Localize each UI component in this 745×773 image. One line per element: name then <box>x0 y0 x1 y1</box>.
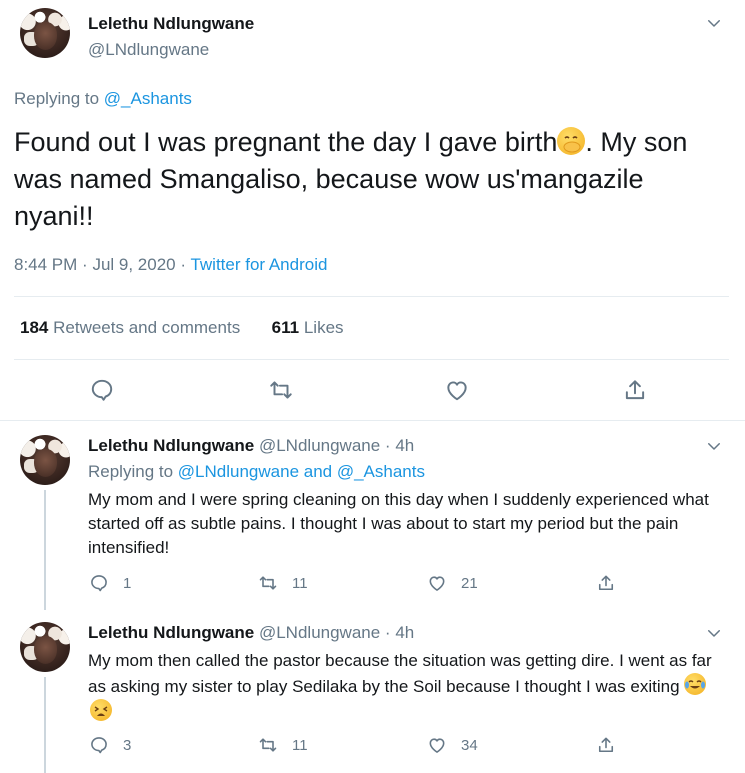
weary-face-emoji <box>90 699 112 721</box>
retweets-count: 184 <box>20 318 49 337</box>
replying-prefix: Replying to <box>88 462 174 481</box>
reply-icon <box>91 737 107 754</box>
reply-avatar[interactable] <box>20 435 70 485</box>
reply-time[interactable]: 4h <box>395 623 414 642</box>
like-button[interactable]: 21 <box>427 573 478 593</box>
divider <box>14 296 729 297</box>
retweet-button[interactable]: 11 <box>258 735 308 755</box>
reply-icon[interactable] <box>89 377 115 403</box>
like-icon[interactable] <box>444 377 470 403</box>
tweet-date[interactable]: Jul 9, 2020 <box>92 255 175 274</box>
tweet-text: Found out I was pregnant the day I gave … <box>14 124 729 235</box>
retweet-count: 11 <box>292 736 308 754</box>
like-count: 21 <box>461 574 478 592</box>
replying-to-line: Replying to @LNdlungwane and @_Ashants <box>88 462 425 482</box>
like-icon <box>429 576 445 591</box>
chevron-down-icon[interactable] <box>705 624 723 642</box>
replying-to-link[interactable]: @_Ashants <box>104 89 192 108</box>
chevron-down-icon[interactable] <box>705 14 723 32</box>
replying-to-link[interactable]: @LNdlungwane and @_Ashants <box>178 462 425 481</box>
author-handle[interactable]: @LNdlungwane <box>88 40 209 60</box>
likes-label: Likes <box>303 318 344 337</box>
reply-author-name[interactable]: Lelethu Ndlungwane <box>88 623 254 642</box>
tweet-stats: 184 Retweets and comments 611 Likes <box>20 318 344 338</box>
meta-separator: · <box>82 255 93 274</box>
retweets-stat[interactable]: 184 Retweets and comments <box>20 318 240 337</box>
meta-separator: · <box>180 255 191 274</box>
replying-prefix: Replying to <box>14 89 100 108</box>
reply-avatar[interactable] <box>20 622 70 672</box>
thread-line <box>44 677 46 773</box>
like-button[interactable]: 34 <box>427 735 478 755</box>
retweets-label: Retweets and comments <box>53 318 241 337</box>
reply-author-handle[interactable]: @LNdlungwane <box>259 623 380 642</box>
share-icon[interactable] <box>622 377 648 403</box>
author-name[interactable]: Lelethu Ndlungwane <box>88 14 254 34</box>
meta-separator: · <box>380 436 396 455</box>
reply-header: Lelethu Ndlungwane @LNdlungwane · 4h <box>88 623 414 643</box>
tweet-text-part1: Found out I was pregnant the day I gave … <box>14 127 558 157</box>
replying-to-line: Replying to @_Ashants <box>14 89 192 109</box>
chevron-down-icon[interactable] <box>705 437 723 455</box>
share-button[interactable] <box>596 573 616 593</box>
tears-of-joy-emoji <box>684 673 707 695</box>
reply-text-body: My mom then called the pastor because th… <box>88 651 712 696</box>
likes-stat[interactable]: 611 Likes <box>272 318 344 337</box>
retweet-button[interactable]: 11 <box>258 573 308 593</box>
author-avatar[interactable] <box>20 8 70 58</box>
tweet-source[interactable]: Twitter for Android <box>190 255 327 274</box>
retweet-icon[interactable] <box>268 377 294 403</box>
share-icon <box>598 575 614 591</box>
reply-icon <box>91 575 107 592</box>
retweet-count: 11 <box>292 574 308 592</box>
retweet-icon <box>259 576 277 590</box>
reply-text: My mom and I were spring cleaning on thi… <box>88 490 709 557</box>
meta-separator: · <box>380 623 396 642</box>
like-count: 34 <box>461 736 478 754</box>
reply-header: Lelethu Ndlungwane @LNdlungwane · 4h <box>88 436 414 456</box>
tweet-time[interactable]: 8:44 PM <box>14 255 77 274</box>
reply-time[interactable]: 4h <box>395 436 414 455</box>
reply-button[interactable]: 1 <box>89 573 131 593</box>
hand-over-mouth-emoji <box>557 127 586 155</box>
retweet-icon <box>259 738 277 752</box>
like-icon <box>429 738 445 753</box>
likes-count: 611 <box>271 318 300 337</box>
reply-author-handle[interactable]: @LNdlungwane <box>259 436 380 455</box>
divider <box>0 420 745 421</box>
thread-line <box>44 490 46 610</box>
share-button[interactable] <box>596 735 616 755</box>
reply-button[interactable]: 3 <box>89 735 131 755</box>
reply-author-name[interactable]: Lelethu Ndlungwane <box>88 436 254 455</box>
reply-text: My mom then called the pastor because th… <box>88 649 728 725</box>
reply-count: 1 <box>123 574 132 592</box>
share-icon <box>598 737 614 753</box>
tweet-meta: 8:44 PM · Jul 9, 2020 · Twitter for Andr… <box>14 255 327 275</box>
reply-count: 3 <box>123 736 132 754</box>
divider <box>14 359 729 360</box>
